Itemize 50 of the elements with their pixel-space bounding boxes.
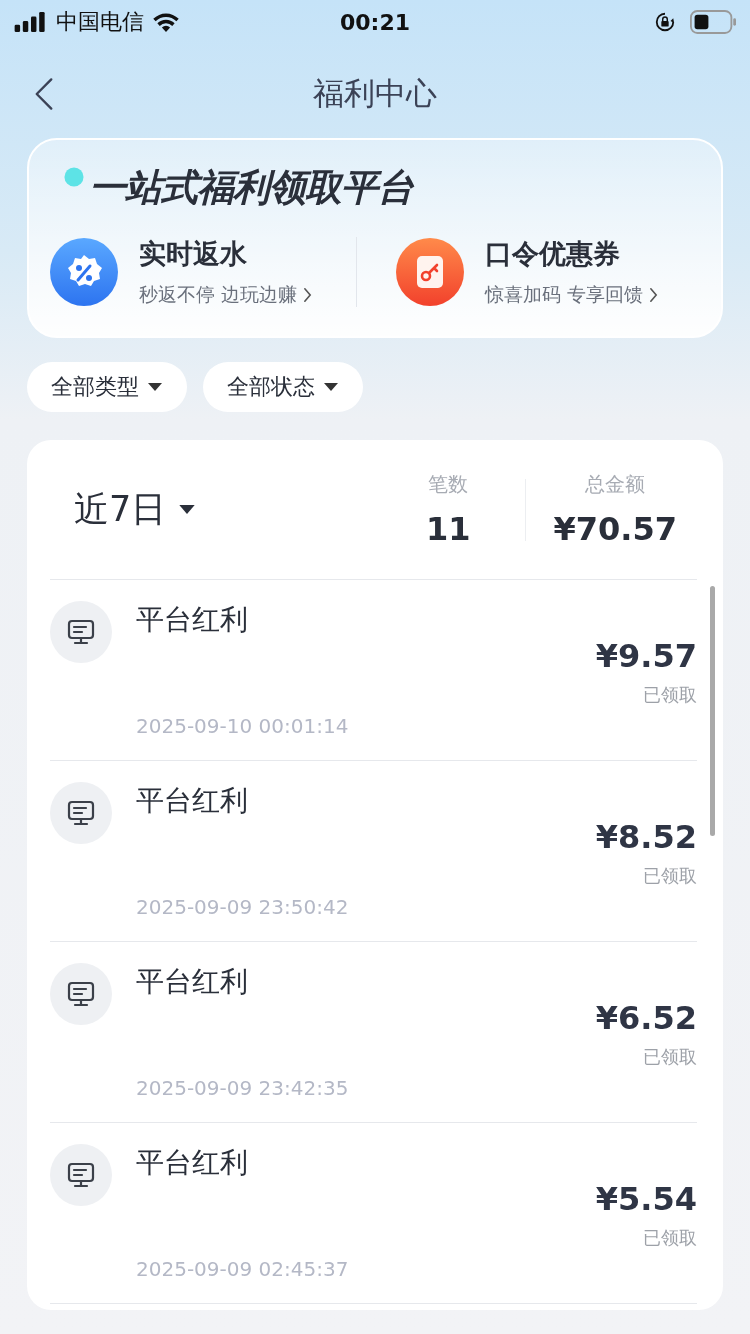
feature-subtitle: 秒返不停 边玩边赚 [139, 282, 298, 307]
status-time: 00:21 [340, 9, 410, 35]
feature-subtitle: 惊喜加码 专享回馈 [484, 282, 643, 307]
record-time: 2025-09-10 00:01:14 [136, 714, 350, 738]
record-amount: ¥9.57 [595, 637, 697, 675]
battery-icon [690, 10, 736, 34]
period-dropdown[interactable]: 近7日 [74, 486, 197, 533]
count-value: 11 [426, 510, 471, 548]
monitor-icon [50, 963, 112, 1025]
monitor-icon [50, 601, 112, 663]
feature-title: 实时返水 [139, 237, 248, 271]
headline-decoration-icon [63, 166, 85, 188]
count-label: 笔数 [428, 471, 469, 498]
record-status: 已领取 [643, 864, 697, 888]
chevron-right-icon [648, 287, 658, 303]
total-value: ¥70.57 [553, 510, 677, 548]
ticket-key-icon [394, 237, 465, 307]
record-amount: ¥8.52 [595, 818, 697, 856]
record-title: 平台红利 [136, 602, 249, 638]
record-time: 2025-09-09 23:42:35 [136, 1076, 350, 1100]
monitor-icon [50, 1144, 112, 1206]
record-status: 已领取 [643, 1045, 697, 1069]
record-title: 平台红利 [136, 783, 249, 819]
feature-link[interactable]: 口令优惠券 惊喜加码 专享回馈 [394, 236, 701, 308]
signal-icon [14, 12, 48, 32]
wifi-icon [152, 12, 180, 32]
caret-down-icon [178, 504, 197, 515]
total-label: 总金额 [585, 471, 646, 498]
feature-title: 口令优惠券 [484, 237, 621, 271]
filter-dropdown[interactable]: 全部类型 [27, 362, 187, 412]
caret-down-icon [323, 382, 339, 392]
filter-dropdown[interactable]: 全部状态 [203, 362, 363, 412]
record-title: 平台红利 [136, 1145, 249, 1181]
record-time: 2025-09-09 02:45:37 [136, 1257, 350, 1281]
back-icon[interactable] [34, 77, 54, 111]
banner-headline: 一站式福利领取平台 [89, 165, 413, 211]
carrier-name: 中国电信 [56, 8, 144, 36]
rotation-lock-icon [654, 11, 676, 33]
record-title: 平台红利 [136, 964, 249, 1000]
percent-badge-icon [49, 237, 119, 307]
caret-down-icon [147, 382, 163, 392]
record-status: 已领取 [643, 683, 697, 707]
record-time: 2025-09-09 23:50:42 [136, 895, 350, 919]
chevron-right-icon [303, 287, 313, 303]
record-amount: ¥5.54 [595, 1180, 697, 1218]
monitor-icon [50, 782, 112, 844]
page-title: 福利中心 [313, 74, 437, 113]
record-amount: ¥6.52 [595, 999, 697, 1037]
feature-link[interactable]: 实时返水 秒返不停 边玩边赚 [49, 236, 356, 308]
record-status: 已领取 [643, 1226, 697, 1250]
